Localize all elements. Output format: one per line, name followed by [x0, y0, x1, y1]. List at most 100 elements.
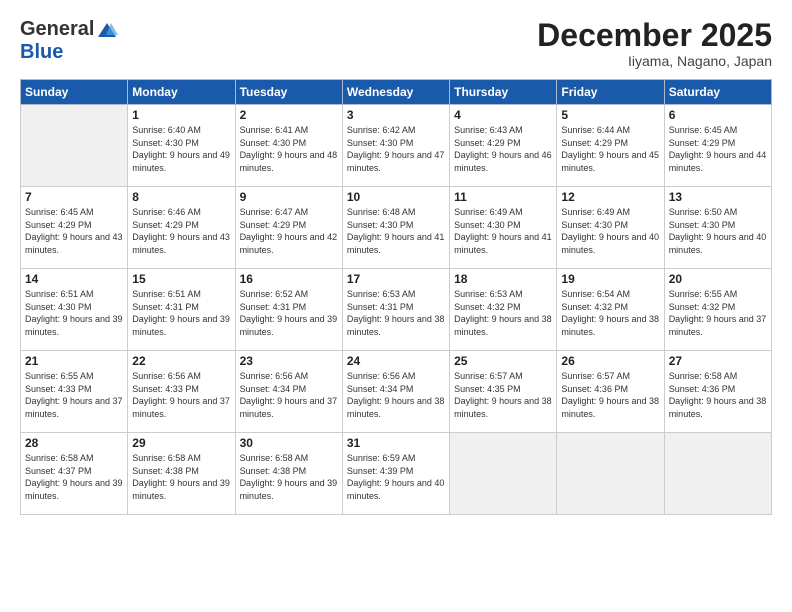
day-cell: 29 Sunrise: 6:58 AMSunset: 4:38 PMDayligh…	[128, 433, 235, 515]
day-cell: 2 Sunrise: 6:41 AMSunset: 4:30 PMDaylight…	[235, 105, 342, 187]
day-cell: 27 Sunrise: 6:58 AMSunset: 4:36 PMDayligh…	[664, 351, 771, 433]
day-number: 16	[240, 272, 338, 286]
day-info: Sunrise: 6:49 AMSunset: 4:30 PMDaylight:…	[561, 206, 659, 256]
day-number: 19	[561, 272, 659, 286]
day-number: 5	[561, 108, 659, 122]
logo: General Blue	[20, 18, 118, 64]
day-cell: 23 Sunrise: 6:56 AMSunset: 4:34 PMDayligh…	[235, 351, 342, 433]
day-number: 28	[25, 436, 123, 450]
day-number: 6	[669, 108, 767, 122]
day-info: Sunrise: 6:49 AMSunset: 4:30 PMDaylight:…	[454, 206, 552, 256]
day-number: 3	[347, 108, 445, 122]
day-info: Sunrise: 6:58 AMSunset: 4:38 PMDaylight:…	[132, 452, 230, 502]
day-number: 15	[132, 272, 230, 286]
day-cell: 26 Sunrise: 6:57 AMSunset: 4:36 PMDayligh…	[557, 351, 664, 433]
logo-blue: Blue	[20, 41, 63, 64]
day-cell	[21, 105, 128, 187]
day-number: 2	[240, 108, 338, 122]
day-number: 24	[347, 354, 445, 368]
day-info: Sunrise: 6:41 AMSunset: 4:30 PMDaylight:…	[240, 124, 338, 174]
day-number: 27	[669, 354, 767, 368]
day-cell: 3 Sunrise: 6:42 AMSunset: 4:30 PMDaylight…	[342, 105, 449, 187]
header-cell-friday: Friday	[557, 80, 664, 105]
day-number: 17	[347, 272, 445, 286]
day-info: Sunrise: 6:53 AMSunset: 4:31 PMDaylight:…	[347, 288, 445, 338]
day-cell: 8Sunrise: 6:46 AMSunset: 4:29 PMDaylight…	[128, 187, 235, 269]
logo-general: General	[20, 18, 94, 41]
day-info: Sunrise: 6:57 AMSunset: 4:35 PMDaylight:…	[454, 370, 552, 420]
day-info: Sunrise: 6:45 AMSunset: 4:29 PMDaylight:…	[669, 124, 767, 174]
day-number: 12	[561, 190, 659, 204]
day-cell: 21Sunrise: 6:55 AMSunset: 4:33 PMDayligh…	[21, 351, 128, 433]
day-info: Sunrise: 6:59 AMSunset: 4:39 PMDaylight:…	[347, 452, 445, 502]
week-row-4: 28 Sunrise: 6:58 AMSunset: 4:37 PMDayligh…	[21, 433, 772, 515]
header-cell-tuesday: Tuesday	[235, 80, 342, 105]
day-number: 7	[25, 190, 123, 204]
day-cell	[557, 433, 664, 515]
day-info: Sunrise: 6:55 AMSunset: 4:32 PMDaylight:…	[669, 288, 767, 338]
day-number: 26	[561, 354, 659, 368]
logo-icon	[96, 21, 118, 39]
day-cell	[450, 433, 557, 515]
day-cell: 16 Sunrise: 6:52 AMSunset: 4:31 PMDayligh…	[235, 269, 342, 351]
day-number: 4	[454, 108, 552, 122]
day-cell: 22 Sunrise: 6:56 AMSunset: 4:33 PMDayligh…	[128, 351, 235, 433]
week-row-3: 21Sunrise: 6:55 AMSunset: 4:33 PMDayligh…	[21, 351, 772, 433]
day-info: Sunrise: 6:48 AMSunset: 4:30 PMDaylight:…	[347, 206, 445, 256]
day-info: Sunrise: 6:56 AMSunset: 4:33 PMDaylight:…	[132, 370, 230, 420]
day-cell: 19Sunrise: 6:54 AMSunset: 4:32 PMDayligh…	[557, 269, 664, 351]
day-info: Sunrise: 6:53 AMSunset: 4:32 PMDaylight:…	[454, 288, 552, 338]
header-cell-sunday: Sunday	[21, 80, 128, 105]
day-info: Sunrise: 6:58 AMSunset: 4:37 PMDaylight:…	[25, 452, 123, 502]
day-cell: 15 Sunrise: 6:51 AMSunset: 4:31 PMDayligh…	[128, 269, 235, 351]
week-row-0: 1 Sunrise: 6:40 AMSunset: 4:30 PMDaylight…	[21, 105, 772, 187]
day-number: 14	[25, 272, 123, 286]
day-info: Sunrise: 6:50 AMSunset: 4:30 PMDaylight:…	[669, 206, 767, 256]
day-cell: 31 Sunrise: 6:59 AMSunset: 4:39 PMDayligh…	[342, 433, 449, 515]
day-number: 13	[669, 190, 767, 204]
day-info: Sunrise: 6:47 AMSunset: 4:29 PMDaylight:…	[240, 206, 338, 256]
day-info: Sunrise: 6:58 AMSunset: 4:36 PMDaylight:…	[669, 370, 767, 420]
header-cell-thursday: Thursday	[450, 80, 557, 105]
day-number: 11	[454, 190, 552, 204]
day-cell: 11 Sunrise: 6:49 AMSunset: 4:30 PMDayligh…	[450, 187, 557, 269]
day-number: 1	[132, 108, 230, 122]
header-row: SundayMondayTuesdayWednesdayThursdayFrid…	[21, 80, 772, 105]
day-number: 23	[240, 354, 338, 368]
day-cell: 5 Sunrise: 6:44 AMSunset: 4:29 PMDaylight…	[557, 105, 664, 187]
day-info: Sunrise: 6:56 AMSunset: 4:34 PMDaylight:…	[240, 370, 338, 420]
day-cell: 17 Sunrise: 6:53 AMSunset: 4:31 PMDayligh…	[342, 269, 449, 351]
day-info: Sunrise: 6:57 AMSunset: 4:36 PMDaylight:…	[561, 370, 659, 420]
page: General Blue December 2025 Iiyama, Nagan…	[0, 0, 792, 612]
title-block: December 2025 Iiyama, Nagano, Japan	[537, 18, 772, 69]
day-info: Sunrise: 6:44 AMSunset: 4:29 PMDaylight:…	[561, 124, 659, 174]
header-cell-saturday: Saturday	[664, 80, 771, 105]
day-cell: 9 Sunrise: 6:47 AMSunset: 4:29 PMDaylight…	[235, 187, 342, 269]
day-cell: 25 Sunrise: 6:57 AMSunset: 4:35 PMDayligh…	[450, 351, 557, 433]
day-info: Sunrise: 6:40 AMSunset: 4:30 PMDaylight:…	[132, 124, 230, 174]
day-number: 25	[454, 354, 552, 368]
month-title: December 2025	[537, 18, 772, 53]
day-number: 10	[347, 190, 445, 204]
header-cell-wednesday: Wednesday	[342, 80, 449, 105]
day-info: Sunrise: 6:42 AMSunset: 4:30 PMDaylight:…	[347, 124, 445, 174]
day-info: Sunrise: 6:51 AMSunset: 4:30 PMDaylight:…	[25, 288, 123, 338]
day-info: Sunrise: 6:43 AMSunset: 4:29 PMDaylight:…	[454, 124, 552, 174]
day-number: 22	[132, 354, 230, 368]
day-info: Sunrise: 6:51 AMSunset: 4:31 PMDaylight:…	[132, 288, 230, 338]
day-number: 30	[240, 436, 338, 450]
week-row-2: 14 Sunrise: 6:51 AMSunset: 4:30 PMDayligh…	[21, 269, 772, 351]
day-number: 20	[669, 272, 767, 286]
day-info: Sunrise: 6:52 AMSunset: 4:31 PMDaylight:…	[240, 288, 338, 338]
day-cell: 14 Sunrise: 6:51 AMSunset: 4:30 PMDayligh…	[21, 269, 128, 351]
header: General Blue December 2025 Iiyama, Nagan…	[20, 18, 772, 69]
day-number: 29	[132, 436, 230, 450]
header-cell-monday: Monday	[128, 80, 235, 105]
day-cell: 4 Sunrise: 6:43 AMSunset: 4:29 PMDaylight…	[450, 105, 557, 187]
day-cell: 18Sunrise: 6:53 AMSunset: 4:32 PMDayligh…	[450, 269, 557, 351]
day-number: 9	[240, 190, 338, 204]
subtitle: Iiyama, Nagano, Japan	[537, 53, 772, 69]
day-number: 21	[25, 354, 123, 368]
day-number: 31	[347, 436, 445, 450]
day-info: Sunrise: 6:56 AMSunset: 4:34 PMDaylight:…	[347, 370, 445, 420]
